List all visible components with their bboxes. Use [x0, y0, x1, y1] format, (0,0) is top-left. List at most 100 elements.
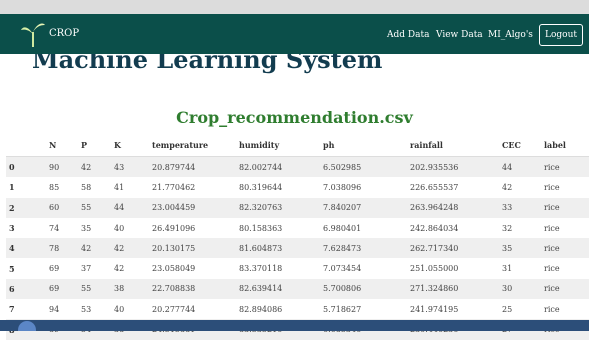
table-cell: 40: [114, 304, 125, 314]
table-cell: 31: [502, 264, 513, 274]
table-cell: 6.980401: [323, 223, 362, 233]
table-cell: rice: [544, 264, 560, 274]
table-row: 6 69 55 38 22.708838 82.639414 5.700806 271.324…: [6, 278, 589, 300]
row-index: 2: [9, 202, 15, 213]
table-cell: 94: [49, 304, 60, 314]
table-cell: 5.718627: [323, 304, 362, 314]
table-cell: 242.864034: [410, 223, 459, 233]
table-cell: 44: [114, 203, 125, 213]
table-cell: 226.655537: [410, 182, 459, 192]
row-index: 3: [9, 223, 15, 234]
table-cell: 35: [81, 223, 92, 233]
table-cell: 40: [114, 223, 125, 233]
table-cell: 82.320763: [239, 203, 283, 213]
row-index: 5: [9, 263, 15, 274]
table-cell: 55: [81, 203, 92, 213]
table-cell: 21.770462: [152, 182, 196, 192]
nav-ml-algos[interactable]: MI_Algo's: [488, 30, 533, 40]
table-cell: 7.073454: [323, 264, 362, 274]
table-row: 0 90 42 43 20.879744 82.002744 6.502985 202.935…: [6, 156, 589, 178]
row-index: 6: [9, 283, 15, 294]
table-cell: rice: [544, 304, 560, 314]
table-cell: 20.130175: [152, 243, 196, 253]
row-index: 0: [9, 162, 15, 173]
table-cell: 90: [49, 162, 60, 172]
table-cell: 53: [81, 304, 92, 314]
table-cell: 33: [502, 203, 513, 213]
table-cell: 58: [81, 182, 92, 192]
table-cell: 42: [114, 243, 125, 253]
taskbar: [0, 320, 589, 331]
table-cell: rice: [544, 203, 560, 213]
table-cell: 60: [49, 203, 60, 213]
navbar: CROP Add Data View Data MI_Algo's Logout: [0, 14, 589, 54]
table-cell: 7.840207: [323, 203, 362, 213]
table-row: 3 74 35 40 26.491096 80.158363 6.980401 242.864…: [6, 217, 589, 239]
table-row: 7 94 53 40 20.277744 82.894086 5.718627 241.974…: [6, 299, 589, 320]
column-header: label: [541, 134, 589, 157]
table-cell: 20.879744: [152, 162, 196, 172]
table-cell: 26.491096: [152, 223, 196, 233]
table-row: 4 78 42 42 20.130175 81.604873 7.628473 262.717…: [6, 238, 589, 259]
table-cell: 43: [114, 162, 125, 172]
table-cell: 82.002744: [239, 162, 283, 172]
row-index: 4: [9, 243, 15, 254]
table-cell: 42: [502, 182, 513, 192]
nav-add-data[interactable]: Add Data: [387, 30, 429, 40]
column-header: [6, 134, 46, 157]
table-cell: rice: [544, 243, 560, 253]
table-cell: 38: [114, 284, 125, 294]
column-header: P: [78, 134, 111, 157]
column-header: N: [46, 134, 78, 157]
logout-button[interactable]: Logout: [539, 24, 583, 46]
table-cell: 202.935536: [410, 162, 459, 172]
table-cell: 85: [49, 182, 60, 192]
column-header: K: [111, 134, 149, 157]
column-header: humidity: [236, 134, 320, 157]
table-cell: rice: [544, 223, 560, 233]
nav-view-data[interactable]: View Data: [436, 30, 483, 40]
browser-top-strip: [0, 0, 589, 15]
ghost-heading: Machine Learning System: [32, 54, 383, 74]
table-cell: 80.158363: [239, 223, 283, 233]
table-cell: 41: [114, 182, 125, 192]
table-cell: 271.324860: [410, 284, 459, 294]
table-cell: 20.277744: [152, 304, 196, 314]
table-cell: 30: [502, 284, 513, 294]
table-cell: 42: [81, 162, 92, 172]
table-row: 2 60 55 44 23.004459 82.320763 7.840207 263.964…: [6, 197, 589, 218]
table-cell: 83.370118: [239, 264, 283, 274]
column-header: temperature: [149, 134, 236, 157]
table-cell: 81.604873: [239, 243, 283, 253]
table-cell: 82.639414: [239, 284, 283, 294]
data-table: N P K temperature humidity ph rainfall C…: [6, 134, 589, 340]
table-cell: 263.964248: [410, 203, 459, 213]
ghost-heading-clip: Machine Learning System: [0, 54, 589, 84]
table-cell: 262.717340: [410, 243, 459, 253]
table-cell: rice: [544, 162, 560, 172]
table-cell: 6.502985: [323, 162, 362, 172]
table-cell: 25: [502, 304, 513, 314]
table-cell: 22.708838: [152, 284, 196, 294]
table-cell: 44: [502, 162, 513, 172]
table-cell: 23.058049: [152, 264, 196, 274]
table-cell: 82.894086: [239, 304, 283, 314]
column-header: ph: [320, 134, 407, 157]
row-index: 1: [9, 182, 15, 193]
table-cell: 69: [49, 284, 60, 294]
crop-leaf-logo-icon: [21, 23, 45, 47]
table-cell: 7.628473: [323, 243, 362, 253]
table-cell: 241.974195: [410, 304, 459, 314]
table-cell: 251.055000: [410, 264, 459, 274]
table-cell: 35: [502, 243, 513, 253]
table-cell: 5.700806: [323, 284, 362, 294]
column-header: CEC: [499, 134, 541, 157]
table-cell: 23.004459: [152, 203, 196, 213]
table-cell: 80.319644: [239, 182, 283, 192]
table-cell: rice: [544, 284, 560, 294]
brand-name[interactable]: CROP: [49, 28, 79, 39]
table-cell: 7.038096: [323, 182, 362, 192]
table-cell: 42: [114, 264, 125, 274]
table-cell: 69: [49, 264, 60, 274]
table-cell: 55: [81, 284, 92, 294]
